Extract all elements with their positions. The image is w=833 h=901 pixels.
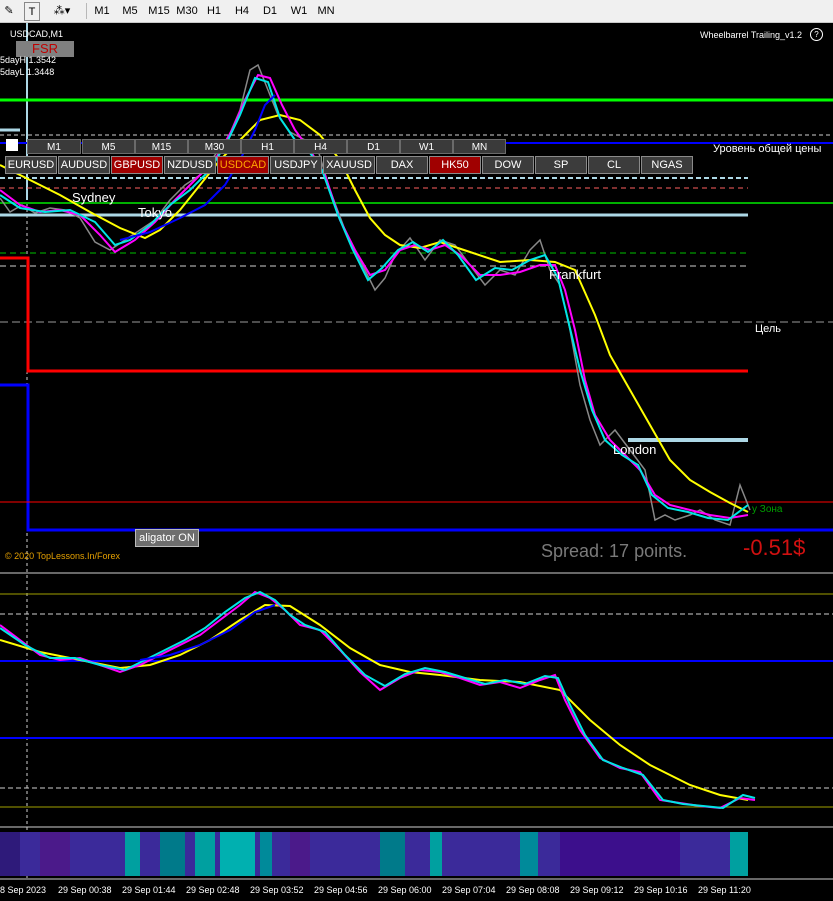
chart-tf-m15[interactable]: M15 [135,139,188,154]
time-label-4: 29 Sep 03:52 [250,885,304,895]
chart-tf-d1[interactable]: D1 [347,139,400,154]
session-label-tokyo: Tokyo [138,205,172,220]
chart-tf-m5[interactable]: M5 [82,139,135,154]
symbol-button-ngas[interactable]: NGAS [641,156,693,174]
time-label-7: 29 Sep 07:04 [442,885,496,895]
time-label-10: 29 Sep 10:16 [634,885,688,895]
symbol-button-cl[interactable]: CL [588,156,640,174]
session-label-frankfurt: Frankfurt [549,267,602,282]
symbol-button-usdjpy[interactable]: USDJPY [270,156,322,174]
chart-tf-h4[interactable]: H4 [294,139,347,154]
profit-readout: -0.51$ [743,535,806,560]
time-label-2: 29 Sep 01:44 [122,885,176,895]
time-label-8: 29 Sep 08:08 [506,885,560,895]
session-label-sydney: Sydney [72,190,116,205]
symbol-button-gbpusd[interactable]: GBPUSD [111,156,163,174]
chart-tf-h1[interactable]: H1 [241,139,294,154]
time-label-1: 29 Sep 00:38 [58,885,112,895]
symbol-button-nzdusd[interactable]: NZDUSD [164,156,216,174]
chart-tf-m30[interactable]: M30 [188,139,241,154]
symbol-button-dow[interactable]: DOW [482,156,534,174]
checkbox-icon[interactable] [6,139,18,151]
chart-tf-w1[interactable]: W1 [400,139,453,154]
symbol-button-usdcad[interactable]: USDCAD [217,156,269,174]
symbol-button-xauusd[interactable]: XAUUSD [323,156,375,174]
symbol-button-sp[interactable]: SP [535,156,587,174]
time-label-0: 8 Sep 2023 [0,885,47,895]
aligator-toggle-button[interactable]: aligator ON [135,529,199,547]
symbol-button-audusd[interactable]: AUDUSD [58,156,110,174]
five-day-high: 5dayH 1.3542 [0,55,57,65]
symbol-button-dax[interactable]: DAX [376,156,428,174]
indicator-settings-icon[interactable]: ? [810,28,823,41]
copyright-text: © 2020 TopLessons.In/Forex [5,551,121,561]
symbol-button-hk50[interactable]: HK50 [429,156,481,174]
chart-symbol-title: USDCAD,M1 [10,29,64,39]
time-label-3: 29 Sep 02:48 [186,885,240,895]
time-label-9: 29 Sep 09:12 [570,885,624,895]
five-day-low: 5dayL 1.3448 [0,67,55,77]
common-price-level-label: Уровень общей цены [713,143,822,155]
time-label-6: 29 Sep 06:00 [378,885,432,895]
chart-tf-m1[interactable]: M1 [27,139,81,154]
session-label-london: London [613,442,657,457]
price-chart-canvas[interactable] [0,0,833,901]
time-label-5: 29 Sep 04:56 [314,885,368,895]
spread-readout: Spread: 17 points. [541,541,688,561]
chart-tf-mn[interactable]: MN [453,139,506,154]
target-label: Цель [755,323,782,335]
symbol-button-eurusd[interactable]: EURUSD [5,156,57,174]
indicator-name: Wheelbarrel Trailing_v1.2 [700,30,803,40]
time-label-11: 29 Sep 11:20 [698,885,751,895]
zone-label: у Зона [752,504,783,515]
